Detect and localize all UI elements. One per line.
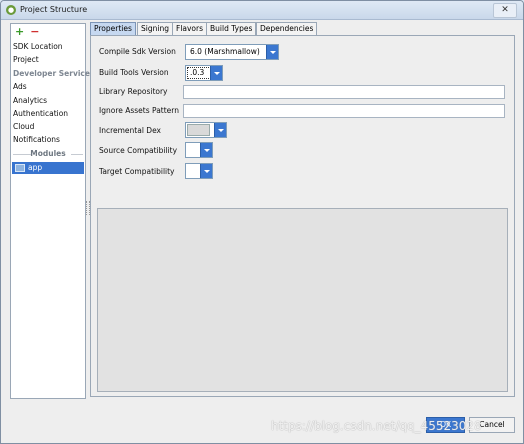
sidebar-item-project[interactable]: Project	[13, 55, 39, 64]
build-tools-value: .0.3	[190, 68, 205, 77]
sidebar-item-notifications[interactable]: Notifications	[13, 135, 60, 144]
source-compatibility-label: Source Compatibility	[99, 146, 178, 155]
empty-content-area	[97, 208, 508, 392]
build-tools-combo[interactable]: .0.3	[185, 65, 223, 81]
target-compatibility-combo[interactable]	[185, 163, 213, 179]
incremental-dex-combo[interactable]	[185, 122, 227, 138]
incremental-dex-label: Incremental Dex	[99, 126, 161, 135]
incremental-dex-value	[187, 124, 210, 136]
library-repository-field[interactable]	[183, 85, 505, 99]
watermark-text: https://blog.csdn.net/qq_45523028	[271, 419, 482, 433]
close-button[interactable]: ✕	[493, 3, 517, 18]
sidebar-item-analytics[interactable]: Analytics	[13, 96, 47, 105]
sidebar-item-authentication[interactable]: Authentication	[13, 109, 68, 118]
sidebar-item-app[interactable]: app	[12, 162, 84, 174]
ignore-assets-field[interactable]	[183, 104, 505, 118]
chevron-down-icon[interactable]	[200, 164, 212, 178]
add-icon[interactable]: +	[15, 25, 24, 38]
compile-sdk-combo[interactable]: 6.0 (Marshmallow)	[185, 44, 279, 60]
android-icon: ●	[6, 5, 16, 15]
tab-signing[interactable]: Signing	[137, 22, 173, 35]
source-compatibility-combo[interactable]	[185, 142, 213, 158]
ignore-assets-label: Ignore Assets Pattern	[99, 106, 180, 115]
sidebar-item-app-label: app	[28, 163, 43, 172]
compile-sdk-label: Compile Sdk Version	[99, 47, 176, 56]
chevron-down-icon[interactable]	[266, 45, 278, 59]
tab-dependencies[interactable]: Dependencies	[256, 22, 318, 35]
window-title: Project Structure	[20, 5, 88, 14]
target-compatibility-label: Target Compatibility	[99, 167, 175, 176]
module-folder-icon	[15, 164, 25, 172]
project-structure-window: ● Project Structure ✕ + − SDK Location Pr…	[0, 0, 524, 444]
sidebar-toolbar: + −	[15, 25, 45, 38]
compile-sdk-value: 6.0 (Marshmallow)	[190, 47, 260, 56]
chevron-down-icon[interactable]	[214, 123, 226, 137]
title-bar: ● Project Structure ✕	[1, 1, 523, 20]
sidebar: + − SDK Location Project Developer Servic…	[10, 23, 94, 399]
sidebar-item-sdk-location[interactable]: SDK Location	[13, 42, 63, 51]
library-repository-label: Library Repository	[99, 87, 168, 96]
build-tools-label: Build Tools Version	[99, 68, 169, 77]
tab-build-types[interactable]: Build Types	[206, 22, 257, 35]
chevron-down-icon[interactable]	[200, 143, 212, 157]
sidebar-item-cloud[interactable]: Cloud	[13, 122, 34, 131]
tab-flavors[interactable]: Flavors	[172, 22, 208, 35]
sidebar-modules-header: Modules	[13, 149, 83, 158]
sidebar-item-ads[interactable]: Ads	[13, 82, 27, 91]
remove-icon[interactable]: −	[30, 25, 39, 38]
sidebar-header-developer-services: Developer Services	[13, 69, 95, 78]
properties-panel: Compile Sdk Version 6.0 (Marshmallow) Bu…	[90, 35, 515, 397]
chevron-down-icon[interactable]	[210, 66, 222, 80]
tab-properties[interactable]: Properties	[90, 22, 136, 35]
